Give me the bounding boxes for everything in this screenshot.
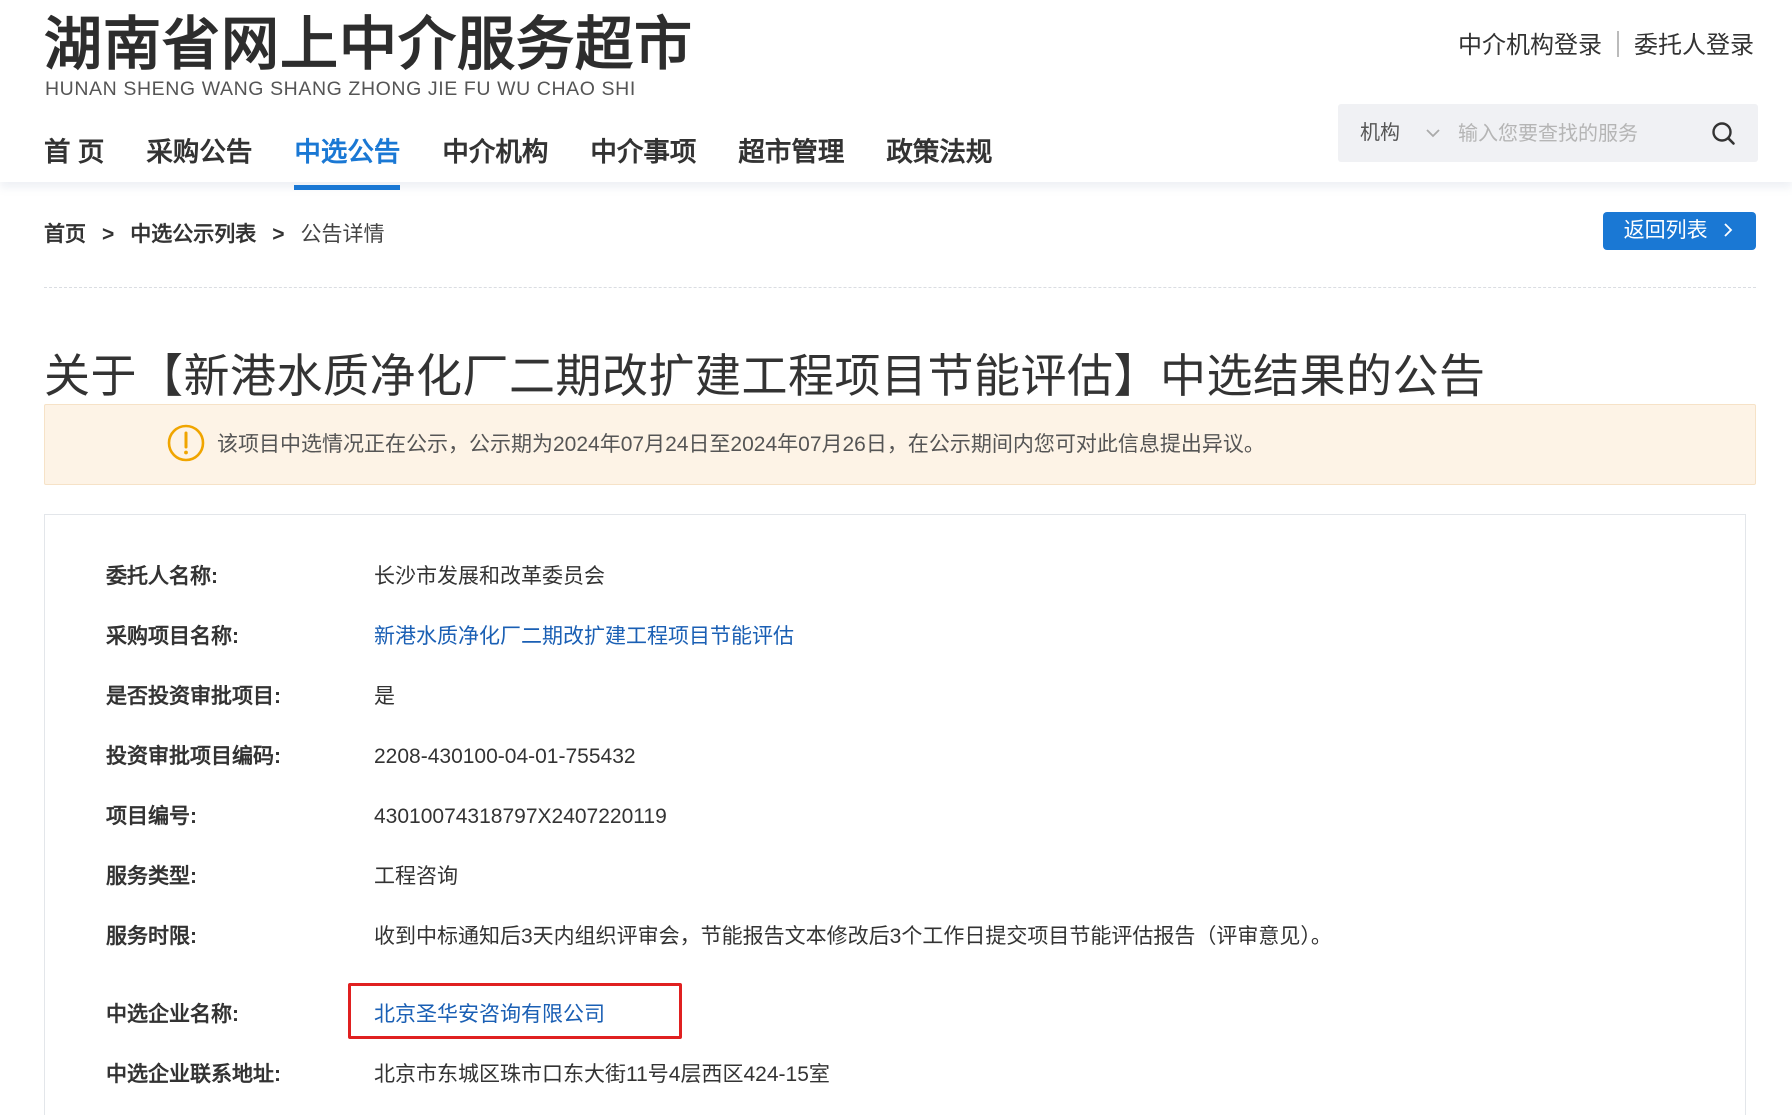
detail-value: 43010074318797X2407220119 xyxy=(374,805,667,828)
back-to-list-label: 返回列表 xyxy=(1623,219,1708,242)
detail-value: 长沙市发展和改革委员会 xyxy=(374,565,605,588)
detail-label: 中选企业联系地址: xyxy=(106,1063,281,1086)
site-header: 湖南省网上中介服务超市 HUNAN SHENG WANG SHANG ZHONG… xyxy=(0,0,1792,190)
breadcrumb-home[interactable]: 首页 xyxy=(44,223,86,246)
nav-item-agencies[interactable]: 中介机构 xyxy=(442,132,548,182)
breadcrumb-separator: > xyxy=(272,223,285,246)
agency-login-link[interactable]: 中介机构登录 xyxy=(1458,32,1602,59)
breadcrumb-current: 公告详情 xyxy=(300,223,385,246)
main-nav: 首 页 采购公告 中选公告 中介机构 中介事项 超市管理 政策法规 xyxy=(44,132,1034,190)
search-input[interactable] xyxy=(1456,116,1710,152)
search-type-select[interactable]: 机构 xyxy=(1360,120,1400,146)
detail-label: 委托人名称: xyxy=(106,565,218,588)
top-links-divider xyxy=(1617,31,1619,57)
nav-item-selection[interactable]: 中选公告 xyxy=(294,132,401,190)
breadcrumb: 首页 > 中选公示列表 > 公告详情 xyxy=(44,218,385,252)
nav-item-matters[interactable]: 中介事项 xyxy=(590,132,696,182)
highlight-box xyxy=(348,983,682,1039)
top-links: 中介机构登录 委托人登录 xyxy=(1458,30,1754,62)
detail-label: 服务类型: xyxy=(106,865,197,888)
nav-item-management[interactable]: 超市管理 xyxy=(738,132,844,182)
breadcrumb-separator: > xyxy=(102,223,115,246)
client-login-link[interactable]: 委托人登录 xyxy=(1634,32,1754,59)
nav-item-home[interactable]: 首 页 xyxy=(44,132,104,182)
back-to-list-button[interactable]: 返回列表 xyxy=(1603,212,1756,250)
detail-value: 收到中标通知后3天内组织评审会，节能报告文本修改后3个工作日提交项目节能评估报告… xyxy=(374,925,1332,948)
notice-text: 该项目中选情况正在公示，公示期为2024年07月24日至2024年07月26日，… xyxy=(217,433,1265,456)
detail-value: 2208-430100-04-01-755432 xyxy=(374,745,636,768)
site-subtitle: HUNAN SHENG WANG SHANG ZHONG JIE FU WU C… xyxy=(45,78,636,100)
detail-value: 北京市东城区珠市口东大街11号4层西区424-15室 xyxy=(374,1063,830,1086)
detail-label: 项目编号: xyxy=(106,805,197,828)
notice-banner: 该项目中选情况正在公示，公示期为2024年07月24日至2024年07月26日，… xyxy=(44,404,1756,485)
detail-label: 中选企业名称: xyxy=(106,1003,239,1026)
divider xyxy=(44,287,1756,288)
warning-icon xyxy=(167,424,205,462)
announcement-title: 关于【新港水质净化厂二期改扩建工程项目节能评估】中选结果的公告 xyxy=(44,350,1486,402)
detail-value: 是 xyxy=(374,685,395,708)
project-name-link[interactable]: 新港水质净化厂二期改扩建工程项目节能评估 xyxy=(374,622,794,652)
search-icon[interactable] xyxy=(1706,116,1742,152)
nav-item-procurement[interactable]: 采购公告 xyxy=(146,132,252,182)
search-box: 机构 xyxy=(1338,104,1758,162)
detail-value: 工程咨询 xyxy=(374,865,458,888)
chevron-right-icon xyxy=(1724,223,1733,237)
breadcrumb-list[interactable]: 中选公示列表 xyxy=(130,223,256,246)
nav-item-policies[interactable]: 政策法规 xyxy=(886,132,992,182)
detail-label: 采购项目名称: xyxy=(106,625,239,648)
detail-label: 是否投资审批项目: xyxy=(106,685,281,708)
details-panel xyxy=(44,514,1746,1115)
detail-label: 服务时限: xyxy=(106,925,197,948)
chevron-down-icon[interactable] xyxy=(1422,122,1444,144)
site-title[interactable]: 湖南省网上中介服务超市 xyxy=(44,12,693,78)
detail-label: 投资审批项目编码: xyxy=(106,745,281,768)
